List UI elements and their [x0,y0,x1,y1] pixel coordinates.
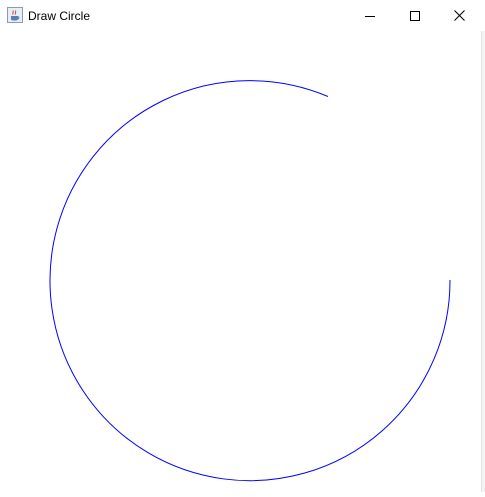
app-window: Draw Circle [0,0,485,492]
drawing-canvas[interactable] [0,31,481,492]
maximize-button[interactable] [392,0,437,31]
close-button[interactable] [437,0,482,31]
window-border [481,31,485,492]
window-title: Draw Circle [28,9,91,23]
close-icon [454,10,465,21]
minimize-icon [364,15,375,17]
maximize-icon [409,10,420,21]
minimize-button[interactable] [347,0,392,31]
drawing-surface [49,80,451,482]
title-bar[interactable]: Draw Circle [0,0,485,31]
circle-arc [49,80,451,482]
java-cup-icon[interactable] [7,7,23,23]
